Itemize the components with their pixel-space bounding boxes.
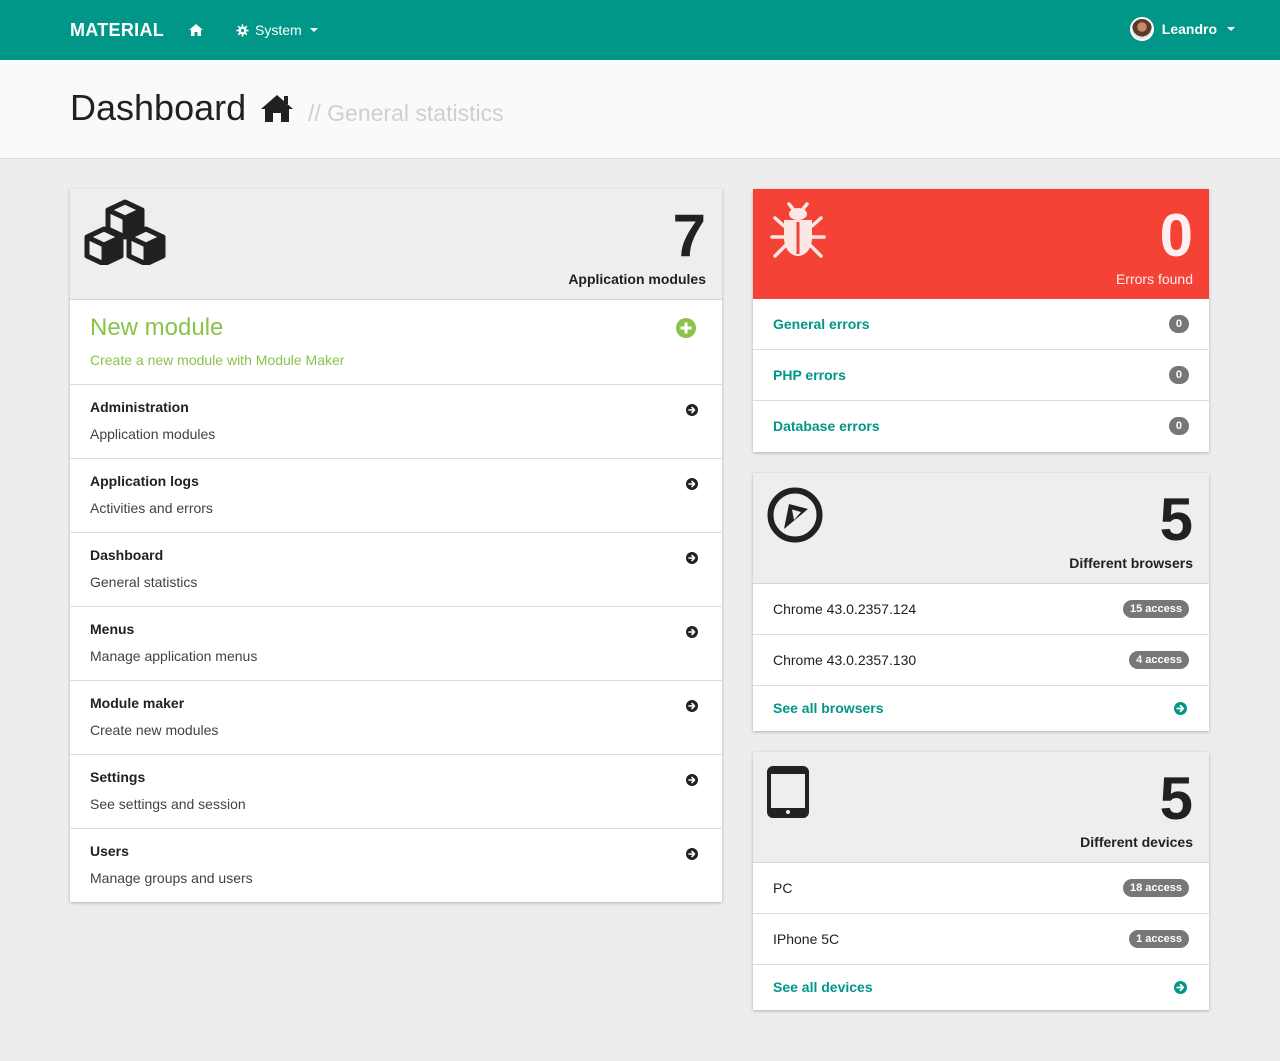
module-subtitle: Create new modules	[90, 722, 219, 738]
devices-count: 5	[1159, 765, 1193, 832]
avatar	[1129, 17, 1154, 41]
access-badge: 1 access	[1129, 930, 1189, 948]
list-item: Chrome 43.0.2357.124 15 access	[753, 584, 1209, 635]
error-label: PHP errors	[773, 367, 846, 383]
module-row[interactable]: Users Manage groups and users	[70, 829, 722, 903]
modules-card-header: 7 Application modules	[70, 189, 722, 300]
module-row[interactable]: Application logs Activities and errors	[70, 459, 722, 533]
arrow-circle-right-icon[interactable]	[686, 478, 698, 490]
arrow-circle-right-icon[interactable]	[1174, 702, 1187, 715]
access-badge: 18 access	[1123, 879, 1189, 897]
modules-count-label: Application modules	[568, 271, 706, 287]
arrow-circle-right-icon[interactable]	[686, 404, 698, 416]
module-row[interactable]: Module maker Create new modules	[70, 681, 722, 755]
device-list: PC 18 access IPhone 5C 1 access	[753, 863, 1209, 965]
errors-count: 0	[1159, 202, 1193, 269]
see-all-devices-label: See all devices	[773, 979, 873, 995]
errors-count-label: Errors found	[1115, 271, 1193, 287]
arrow-circle-right-icon[interactable]	[686, 848, 698, 860]
gear-icon	[236, 23, 249, 37]
module-row[interactable]: Administration Application modules	[70, 385, 722, 459]
see-all-browsers-link[interactable]: See all browsers	[753, 686, 1209, 731]
system-menu[interactable]: System	[236, 0, 318, 60]
bug-icon	[770, 202, 826, 258]
page-header: Dashboard // General statistics	[0, 60, 1280, 159]
page-title: Dashboard	[70, 87, 247, 128]
plus-circle-icon[interactable]	[676, 318, 696, 338]
user-menu[interactable]: Leandro	[1129, 16, 1235, 42]
tablet-icon	[767, 766, 809, 818]
chevron-down-icon	[1227, 27, 1235, 31]
access-badge: 15 access	[1123, 600, 1189, 618]
system-menu-label: System	[255, 22, 302, 38]
module-title: Module maker	[90, 695, 185, 711]
count-badge: 0	[1168, 366, 1189, 384]
browsers-count: 5	[1159, 486, 1193, 553]
new-module-title: New module	[90, 314, 224, 341]
new-module-subtitle: Create a new module with Module Maker	[90, 352, 345, 368]
arrow-circle-right-icon[interactable]	[686, 700, 698, 712]
module-title: Menus	[90, 621, 135, 637]
count-badge: 0	[1168, 315, 1189, 333]
devices-card-header: 5 Different devices	[753, 752, 1209, 863]
error-label: Database errors	[773, 418, 880, 434]
item-name: IPhone 5C	[773, 931, 840, 947]
error-row[interactable]: General errors 0	[753, 299, 1209, 350]
browsers-count-label: Different browsers	[1069, 555, 1193, 571]
errors-card: 0 Errors found General errors 0 PHP errors…	[753, 189, 1209, 452]
compass-icon	[767, 487, 823, 543]
see-all-devices-link[interactable]: See all devices	[753, 965, 1209, 1010]
new-module-row[interactable]: New module Create a new module with Modu…	[70, 300, 722, 385]
home-icon	[261, 95, 293, 122]
list-item: PC 18 access	[753, 863, 1209, 914]
cubes-icon	[84, 199, 166, 265]
module-subtitle: General statistics	[90, 574, 198, 590]
page-subtitle: // General statistics	[308, 100, 504, 126]
module-subtitle: Manage application menus	[90, 648, 258, 664]
user-name: Leandro	[1161, 21, 1217, 37]
access-badge: 4 access	[1129, 651, 1189, 669]
module-subtitle: Application modules	[90, 426, 216, 442]
error-row[interactable]: PHP errors 0	[753, 350, 1209, 401]
module-title: Users	[90, 843, 129, 859]
browser-list: Chrome 43.0.2357.124 15 access Chrome 43.0…	[753, 584, 1209, 686]
module-list: Administration Application modules Applica…	[70, 385, 722, 903]
list-item: Chrome 43.0.2357.130 4 access	[753, 635, 1209, 686]
error-list: General errors 0 PHP errors 0 Database error…	[753, 299, 1209, 452]
home-icon[interactable]	[188, 22, 204, 38]
item-name: Chrome 43.0.2357.130	[773, 652, 917, 668]
arrow-circle-right-icon[interactable]	[686, 774, 698, 786]
module-title: Application logs	[90, 473, 199, 489]
browsers-card: 5 Different browsers Chrome 43.0.2357.12…	[753, 473, 1209, 731]
module-subtitle: Manage groups and users	[90, 870, 253, 886]
module-subtitle: Activities and errors	[90, 500, 213, 516]
module-subtitle: See settings and session	[90, 796, 246, 812]
arrow-circle-right-icon[interactable]	[1174, 981, 1187, 994]
devices-card: 5 Different devices PC 18 access IPhone 5C…	[753, 752, 1209, 1010]
brand-logo[interactable]: MATERIAL	[70, 0, 164, 60]
browsers-card-header: 5 Different browsers	[753, 473, 1209, 584]
top-navbar: MATERIAL System Leandro	[0, 0, 1280, 60]
errors-card-header: 0 Errors found	[753, 189, 1209, 299]
arrow-circle-right-icon[interactable]	[686, 626, 698, 638]
module-title: Dashboard	[90, 547, 164, 563]
module-row[interactable]: Settings See settings and session	[70, 755, 722, 829]
error-row[interactable]: Database errors 0	[753, 401, 1209, 452]
item-name: PC	[773, 880, 793, 896]
module-title: Administration	[90, 399, 189, 415]
modules-count: 7	[672, 202, 706, 269]
error-label: General errors	[773, 316, 870, 332]
chevron-down-icon	[309, 28, 318, 32]
item-name: Chrome 43.0.2357.124	[773, 601, 917, 617]
modules-card: 7 Application modules New module Create …	[70, 189, 722, 902]
arrow-circle-right-icon[interactable]	[686, 552, 698, 564]
see-all-browsers-label: See all browsers	[773, 700, 884, 716]
count-badge: 0	[1168, 417, 1189, 435]
module-title: Settings	[90, 769, 146, 785]
module-row[interactable]: Dashboard General statistics	[70, 533, 722, 607]
devices-count-label: Different devices	[1080, 834, 1193, 850]
list-item: IPhone 5C 1 access	[753, 914, 1209, 965]
module-row[interactable]: Menus Manage application menus	[70, 607, 722, 681]
